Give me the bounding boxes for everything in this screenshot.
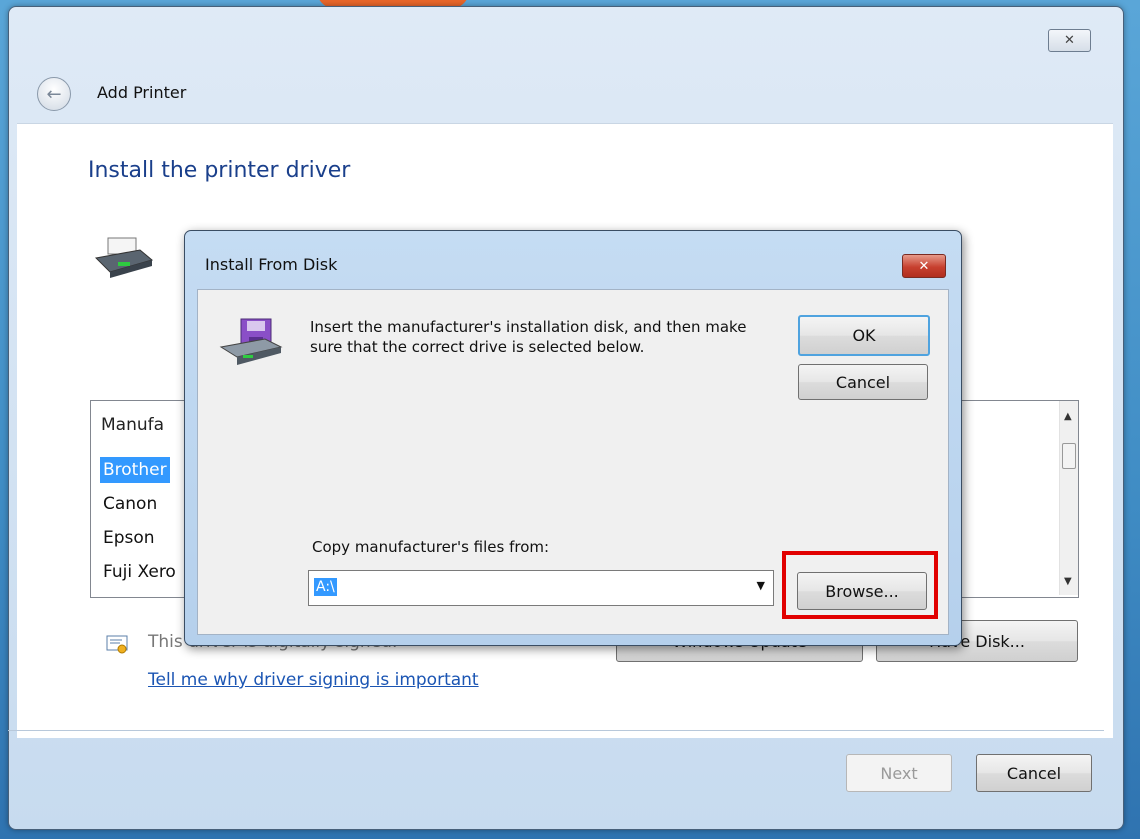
list-item[interactable]: Canon — [100, 491, 160, 517]
page-heading: Install the printer driver — [88, 158, 351, 183]
back-button[interactable]: ← — [37, 77, 71, 111]
driver-signing-link[interactable]: Tell me why driver signing is important — [148, 670, 479, 690]
scroll-up-icon[interactable]: ▲ — [1064, 411, 1072, 422]
footer-divider — [8, 730, 1104, 731]
cancel-button[interactable]: Cancel — [976, 754, 1092, 792]
next-button[interactable]: Next — [846, 754, 952, 792]
certificate-icon — [106, 635, 128, 654]
scroll-thumb[interactable] — [1062, 443, 1076, 469]
printer-icon — [94, 237, 154, 278]
source-path-combobox[interactable]: A:\ ▼ — [308, 570, 774, 606]
list-item[interactable]: Brother — [100, 457, 170, 483]
window-title: Add Printer — [97, 83, 187, 102]
close-icon: ✕ — [918, 258, 930, 274]
window-close-button[interactable]: ✕ — [1048, 29, 1091, 52]
dialog-message: Insert the manufacturer's installation d… — [310, 318, 747, 356]
dialog-cancel-button[interactable]: Cancel — [798, 364, 928, 400]
close-icon: ✕ — [1064, 33, 1075, 48]
list-item[interactable]: Epson — [100, 525, 158, 551]
scroll-down-icon[interactable]: ▼ — [1064, 576, 1072, 587]
dropdown-arrow-icon[interactable]: ▼ — [757, 579, 765, 592]
floppy-disk-icon — [219, 318, 283, 365]
dialog-title: Install From Disk — [205, 255, 338, 274]
list-item[interactable]: Fuji Xero — [100, 559, 179, 585]
list-scrollbar[interactable]: ▲ ▼ — [1059, 401, 1078, 595]
source-path-value[interactable]: A:\ — [314, 578, 337, 596]
dialog-close-button[interactable]: ✕ — [902, 254, 946, 278]
highlight-box — [782, 551, 938, 619]
ok-button[interactable]: OK — [798, 315, 930, 356]
back-arrow-icon: ← — [46, 83, 62, 105]
copy-from-label: Copy manufacturer's files from: — [312, 538, 550, 556]
